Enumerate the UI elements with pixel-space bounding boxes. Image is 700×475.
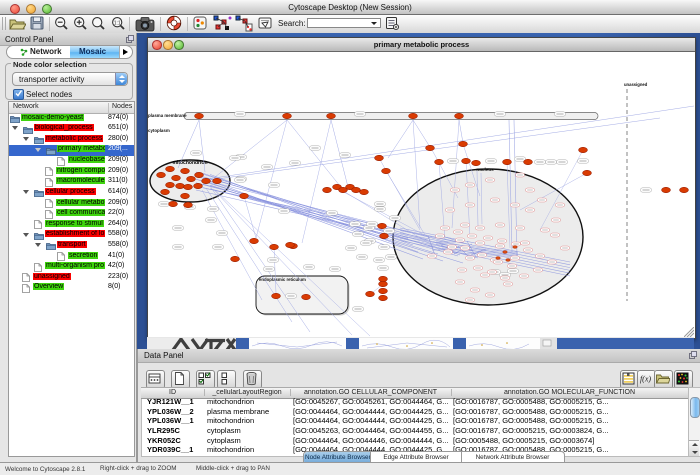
svg-text:unassigned: unassigned — [624, 82, 648, 87]
svg-text:cytoplasm: cytoplasm — [148, 128, 170, 133]
svg-text:1:1: 1:1 — [114, 20, 121, 26]
svg-text:mitochondrion: mitochondrion — [173, 160, 208, 166]
svg-text:f(x): f(x) — [640, 375, 651, 384]
svg-text:nucleus: nucleus — [476, 167, 494, 172]
svg-text:plasma membrane: plasma membrane — [148, 113, 187, 118]
